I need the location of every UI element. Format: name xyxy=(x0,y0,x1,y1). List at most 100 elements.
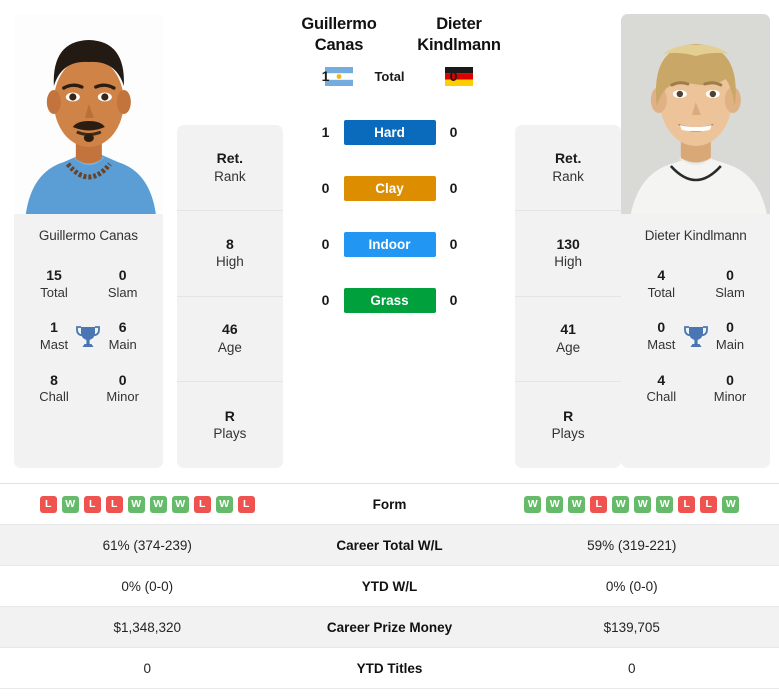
surface-badge-total: Total xyxy=(374,68,405,84)
value: 4 xyxy=(657,267,666,283)
surface-score-left: 1 xyxy=(321,68,330,84)
titles-row: 4 Chall 0 Minor xyxy=(631,372,760,406)
player-last-name-right: Kindlmann xyxy=(417,35,501,54)
surface-score-left: 0 xyxy=(321,292,330,308)
value: 0 xyxy=(118,371,127,388)
titles-chall-left: 8 Chall xyxy=(24,372,84,406)
value: 0 xyxy=(726,371,734,388)
form-badge-win[interactable]: W xyxy=(612,495,630,513)
form-badge-win[interactable]: W xyxy=(568,495,586,513)
form-badge-loss[interactable]: L xyxy=(83,495,101,513)
stat-value-right: 59% (319-221) xyxy=(587,537,677,553)
surface-score-right: 0 xyxy=(449,124,458,140)
trophy-icon xyxy=(683,324,709,350)
titles-chall-right: 4 Chall xyxy=(631,372,691,406)
stat-value-right: 0 xyxy=(627,660,636,676)
surface-badge-clay[interactable]: Clay xyxy=(343,175,436,201)
value: 8 xyxy=(50,371,58,388)
trophy-icon xyxy=(75,324,101,350)
surface-row-total: 1 Total 0 xyxy=(0,62,779,90)
label: Age xyxy=(217,340,242,356)
surface-score-right: 0 xyxy=(449,236,458,252)
stat-value-right: $139,705 xyxy=(603,619,660,635)
form-badge-win[interactable]: W xyxy=(656,495,674,513)
surface-score-right: 0 xyxy=(449,292,458,308)
table-row: 61% (374-239) Career Total W/L 59% (319-22… xyxy=(0,525,779,566)
label: Main xyxy=(715,336,745,352)
titles-row: 8 Chall 0 Minor xyxy=(24,372,153,406)
stat-label: YTD Titles xyxy=(356,660,423,676)
surface-score-left: 1 xyxy=(321,124,330,140)
player-first-name-right: Dieter xyxy=(436,15,482,33)
form-badge-loss[interactable]: L xyxy=(700,495,718,513)
table-row: $1,348,320 Career Prize Money $139,705 xyxy=(0,607,779,648)
stat-value-left: LWLLWWWLWL xyxy=(0,495,295,513)
player-last-name-left: Canas xyxy=(314,35,364,54)
stat-label: Form xyxy=(372,496,407,512)
label: Plays xyxy=(551,426,585,442)
surface-score-right: 0 xyxy=(449,68,458,84)
form-badge-win[interactable]: W xyxy=(546,495,564,513)
comparison-header: Guillermo Canas 15 Total 0 Slam 1 Mast 6… xyxy=(0,0,779,483)
stat-label: Career Prize Money xyxy=(326,619,453,635)
form-badge-loss[interactable]: L xyxy=(237,495,255,513)
form-badge-win[interactable]: W xyxy=(149,495,167,513)
form-badge-loss[interactable]: L xyxy=(678,495,696,513)
surface-score-left: 0 xyxy=(321,180,330,196)
form-badge-win[interactable]: W xyxy=(61,495,79,513)
titles-grid-right: 4 Total 0 Slam 0 Mast 0 Main 4 Chall 0 M… xyxy=(621,243,770,406)
label: Main xyxy=(108,336,137,352)
form-badge-win[interactable]: W xyxy=(634,495,652,513)
form-badge-win[interactable]: W xyxy=(171,495,189,513)
value: Ret. xyxy=(554,149,582,166)
form-badge-loss[interactable]: L xyxy=(105,495,123,513)
form-badge-win[interactable]: W xyxy=(127,495,145,513)
value: R xyxy=(563,407,574,424)
label: Chall xyxy=(646,389,677,405)
label: Minor xyxy=(713,389,747,405)
stat-value-left: $1,348,320 xyxy=(113,619,182,635)
form-badge-loss[interactable]: L xyxy=(590,495,608,513)
titles-minor-right: 0 Minor xyxy=(700,372,760,406)
value: 15 xyxy=(46,267,62,283)
form-badge-win[interactable]: W xyxy=(722,495,740,513)
surface-badge-grass[interactable]: Grass xyxy=(343,287,436,313)
detail-plays-left: R Plays xyxy=(177,382,283,468)
form-badges-left: LWLLWWWLWL xyxy=(0,495,295,513)
detail-plays-right: R Plays xyxy=(515,382,621,468)
label: Age xyxy=(556,340,581,356)
form-badge-win[interactable]: W xyxy=(215,495,233,513)
form-badge-loss[interactable]: L xyxy=(193,495,211,513)
surface-badge-hard[interactable]: Hard xyxy=(343,119,436,145)
value: 0 xyxy=(726,267,734,283)
value: 46 xyxy=(222,321,238,338)
value: 0 xyxy=(118,267,127,283)
titles-grid-left: 15 Total 0 Slam 1 Mast 6 Main 8 Chall 0 … xyxy=(14,243,163,406)
stat-value-right: WWWLWWWLLW xyxy=(485,495,779,513)
titles-minor-left: 0 Minor xyxy=(93,372,153,406)
stats-comparison-table: L W L L W W W L W L Form W W W L W W W L L W 61% (374-239) Car… xyxy=(0,483,779,689)
form-badge-win[interactable]: W xyxy=(524,495,542,513)
titles-main-right: 0 Main xyxy=(700,319,760,353)
value: R xyxy=(224,407,235,424)
surface-row-indoor: 0 Indoor 0 xyxy=(0,230,779,258)
surface-row-hard: 1 Hard 0 xyxy=(0,118,779,146)
surface-row-clay: 0 Clay 0 xyxy=(0,174,779,202)
titles-row: 0 Mast 0 Main xyxy=(631,319,760,353)
stat-label: YTD W/L xyxy=(361,578,418,594)
stat-label: Career Total W/L xyxy=(336,537,443,553)
surface-score-left: 0 xyxy=(321,236,330,252)
value: 6 xyxy=(118,319,127,336)
table-row: L W L L W W W L W L Form W W W L W W W L L W xyxy=(0,484,779,525)
titles-row: 1 Mast 6 Main xyxy=(24,319,153,353)
player-first-name-left: Guillermo xyxy=(301,15,377,33)
table-row: 0 YTD Titles 0 xyxy=(0,648,779,689)
surface-score-right: 0 xyxy=(449,180,458,196)
form-badges-right: WWWLWWWLLW xyxy=(485,495,779,513)
form-badge-loss[interactable]: L xyxy=(39,495,57,513)
label: Minor xyxy=(106,389,139,405)
table-row: 0% (0-0) YTD W/L 0% (0-0) xyxy=(0,566,779,607)
stat-value-right: 0% (0-0) xyxy=(605,578,658,594)
surface-badge-indoor[interactable]: Indoor xyxy=(343,231,436,257)
value: 0 xyxy=(726,319,734,336)
